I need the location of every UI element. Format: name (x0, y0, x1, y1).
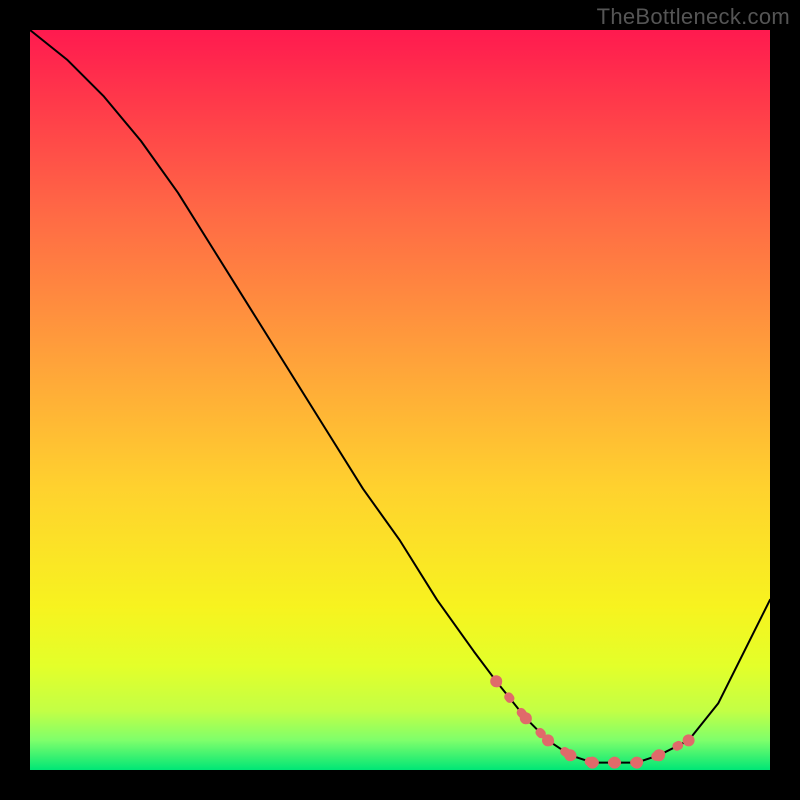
optimal-dot (653, 749, 665, 761)
optimal-dot (520, 712, 532, 724)
optimal-dot (609, 757, 621, 769)
optimal-dot (490, 675, 502, 687)
optimal-dot (586, 757, 598, 769)
optimal-dot (542, 734, 554, 746)
optimal-dot (631, 757, 643, 769)
chart-container: TheBottleneck.com (0, 0, 800, 800)
bottleneck-chart (0, 0, 800, 800)
optimal-dot (564, 749, 576, 761)
optimal-dot (683, 734, 695, 746)
